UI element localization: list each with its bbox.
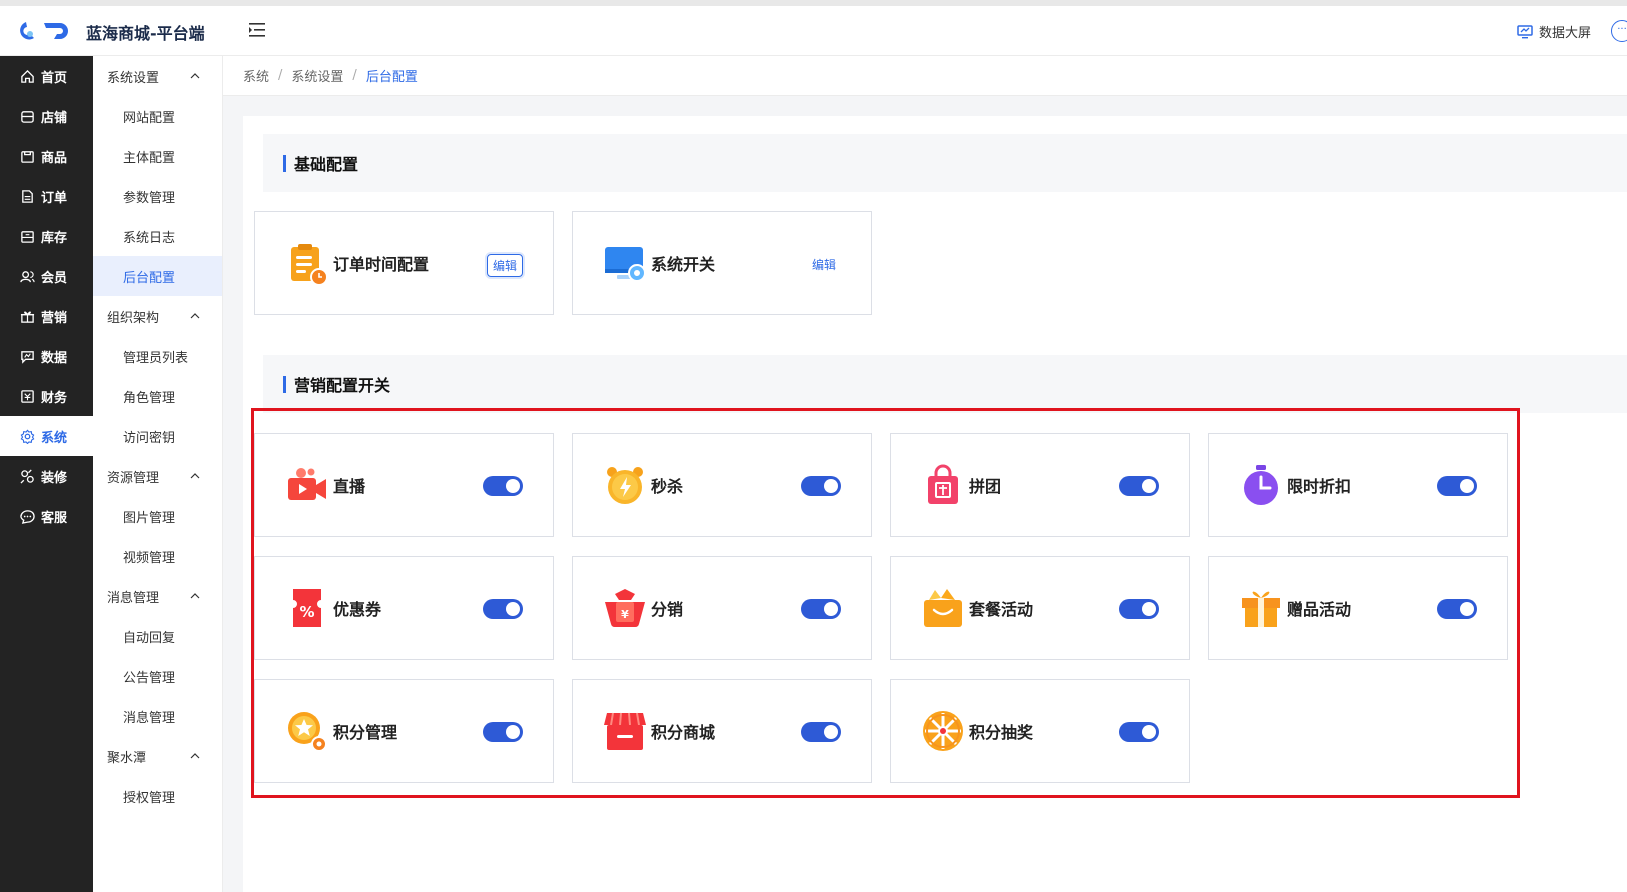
chart-icon [21, 350, 34, 364]
submenu-item[interactable]: 主体配置 [93, 136, 222, 176]
clipboard-clock-icon [291, 244, 328, 285]
menu-collapse-icon[interactable] [248, 21, 268, 39]
section-title-basic: 基础配置 [263, 134, 1627, 192]
sidebar-item-data[interactable]: 数据 [0, 336, 93, 376]
monitor-icon [1517, 24, 1533, 38]
edit-button[interactable]: 编辑 [486, 254, 523, 277]
submenu-item[interactable]: 网站配置 [93, 96, 222, 136]
breadcrumb: 系统 / 系统设置 / 后台配置 [223, 56, 1627, 96]
edit-button[interactable]: 编辑 [807, 254, 841, 275]
brand-logo [20, 22, 68, 40]
main-sidebar: 首页 店铺 商品 订单 库存 会员 营销 数据 财务 系统 装修 客服 [0, 56, 93, 892]
submenu-item[interactable]: 管理员列表 [93, 336, 222, 376]
chevron-up-icon [190, 473, 200, 479]
sidebar-item-store[interactable]: 店铺 [0, 96, 93, 136]
sidebar-item-service[interactable]: 客服 [0, 496, 93, 536]
breadcrumb-item[interactable]: 系统设置 [291, 66, 343, 85]
submenu-item[interactable]: 自动回复 [93, 616, 222, 656]
gift-icon [20, 310, 35, 323]
store-icon [21, 110, 34, 123]
submenu-group-organization[interactable]: 组织架构 [93, 296, 222, 336]
sidebar-item-inventory[interactable]: 库存 [0, 216, 93, 256]
card-label: 系统开关 [651, 255, 716, 274]
gear-icon [20, 429, 35, 444]
order-icon [22, 189, 33, 203]
finance-icon [21, 389, 34, 403]
submenu-group-resources[interactable]: 资源管理 [93, 456, 222, 496]
breadcrumb-current: 后台配置 [365, 70, 418, 85]
chevron-up-icon [190, 73, 200, 79]
breadcrumb-item[interactable]: 系统 [243, 66, 269, 85]
submenu-item[interactable]: 消息管理 [93, 696, 222, 736]
highlight-annotation-box [251, 408, 1520, 798]
sidebar-item-home[interactable]: 首页 [0, 56, 93, 96]
sidebar-item-system[interactable]: 系统 [0, 416, 93, 456]
submenu-item[interactable]: 系统日志 [93, 216, 222, 256]
config-card-system-switch: 系统开关 编辑 [572, 211, 872, 315]
more-icon[interactable]: ··· [1611, 20, 1627, 42]
sidebar-item-member[interactable]: 会员 [0, 256, 93, 296]
goods-icon [21, 150, 34, 163]
submenu-item[interactable]: 图片管理 [93, 496, 222, 536]
sidebar-item-order[interactable]: 订单 [0, 176, 93, 216]
chevron-up-icon [190, 753, 200, 759]
submenu-item[interactable]: 角色管理 [93, 376, 222, 416]
config-card-order-time: 订单时间配置 编辑 [254, 211, 554, 315]
submenu-item[interactable]: 授权管理 [93, 776, 222, 816]
sidebar-item-goods[interactable]: 商品 [0, 136, 93, 176]
submenu-item[interactable]: 视频管理 [93, 536, 222, 576]
submenu-item[interactable]: 参数管理 [93, 176, 222, 216]
submenu-group-system-settings[interactable]: 系统设置 [93, 56, 222, 96]
chevron-up-icon [190, 593, 200, 599]
chat-icon [20, 509, 35, 524]
inventory-icon [21, 230, 34, 243]
submenu-group-jushuitan[interactable]: 聚水潭 [93, 736, 222, 776]
sidebar-item-decorate[interactable]: 装修 [0, 456, 93, 496]
submenu-group-messages[interactable]: 消息管理 [93, 576, 222, 616]
monitor-gear-icon [605, 247, 646, 282]
home-icon [21, 69, 34, 83]
top-bar: 蓝海商城-平台端 数据大屏 ··· [0, 0, 1627, 56]
sidebar-item-marketing[interactable]: 营销 [0, 296, 93, 336]
submenu-item[interactable]: 访问密钥 [93, 416, 222, 456]
member-icon [20, 270, 35, 282]
sub-menu: 系统设置 网站配置 主体配置 参数管理 系统日志 后台配置 组织架构 管理员列表… [93, 56, 223, 892]
section-title-marketing: 营销配置开关 [263, 355, 1627, 413]
card-label: 订单时间配置 [333, 255, 430, 274]
submenu-item-active[interactable]: 后台配置 [93, 256, 222, 296]
data-screen-label: 数据大屏 [1538, 26, 1591, 41]
brand-name: 蓝海商城-平台端 [86, 24, 205, 43]
chevron-up-icon [190, 313, 200, 319]
data-screen-button[interactable]: 数据大屏 [1517, 22, 1591, 41]
submenu-item[interactable]: 公告管理 [93, 656, 222, 696]
decorate-icon [20, 468, 34, 484]
sidebar-item-finance[interactable]: 财务 [0, 376, 93, 416]
